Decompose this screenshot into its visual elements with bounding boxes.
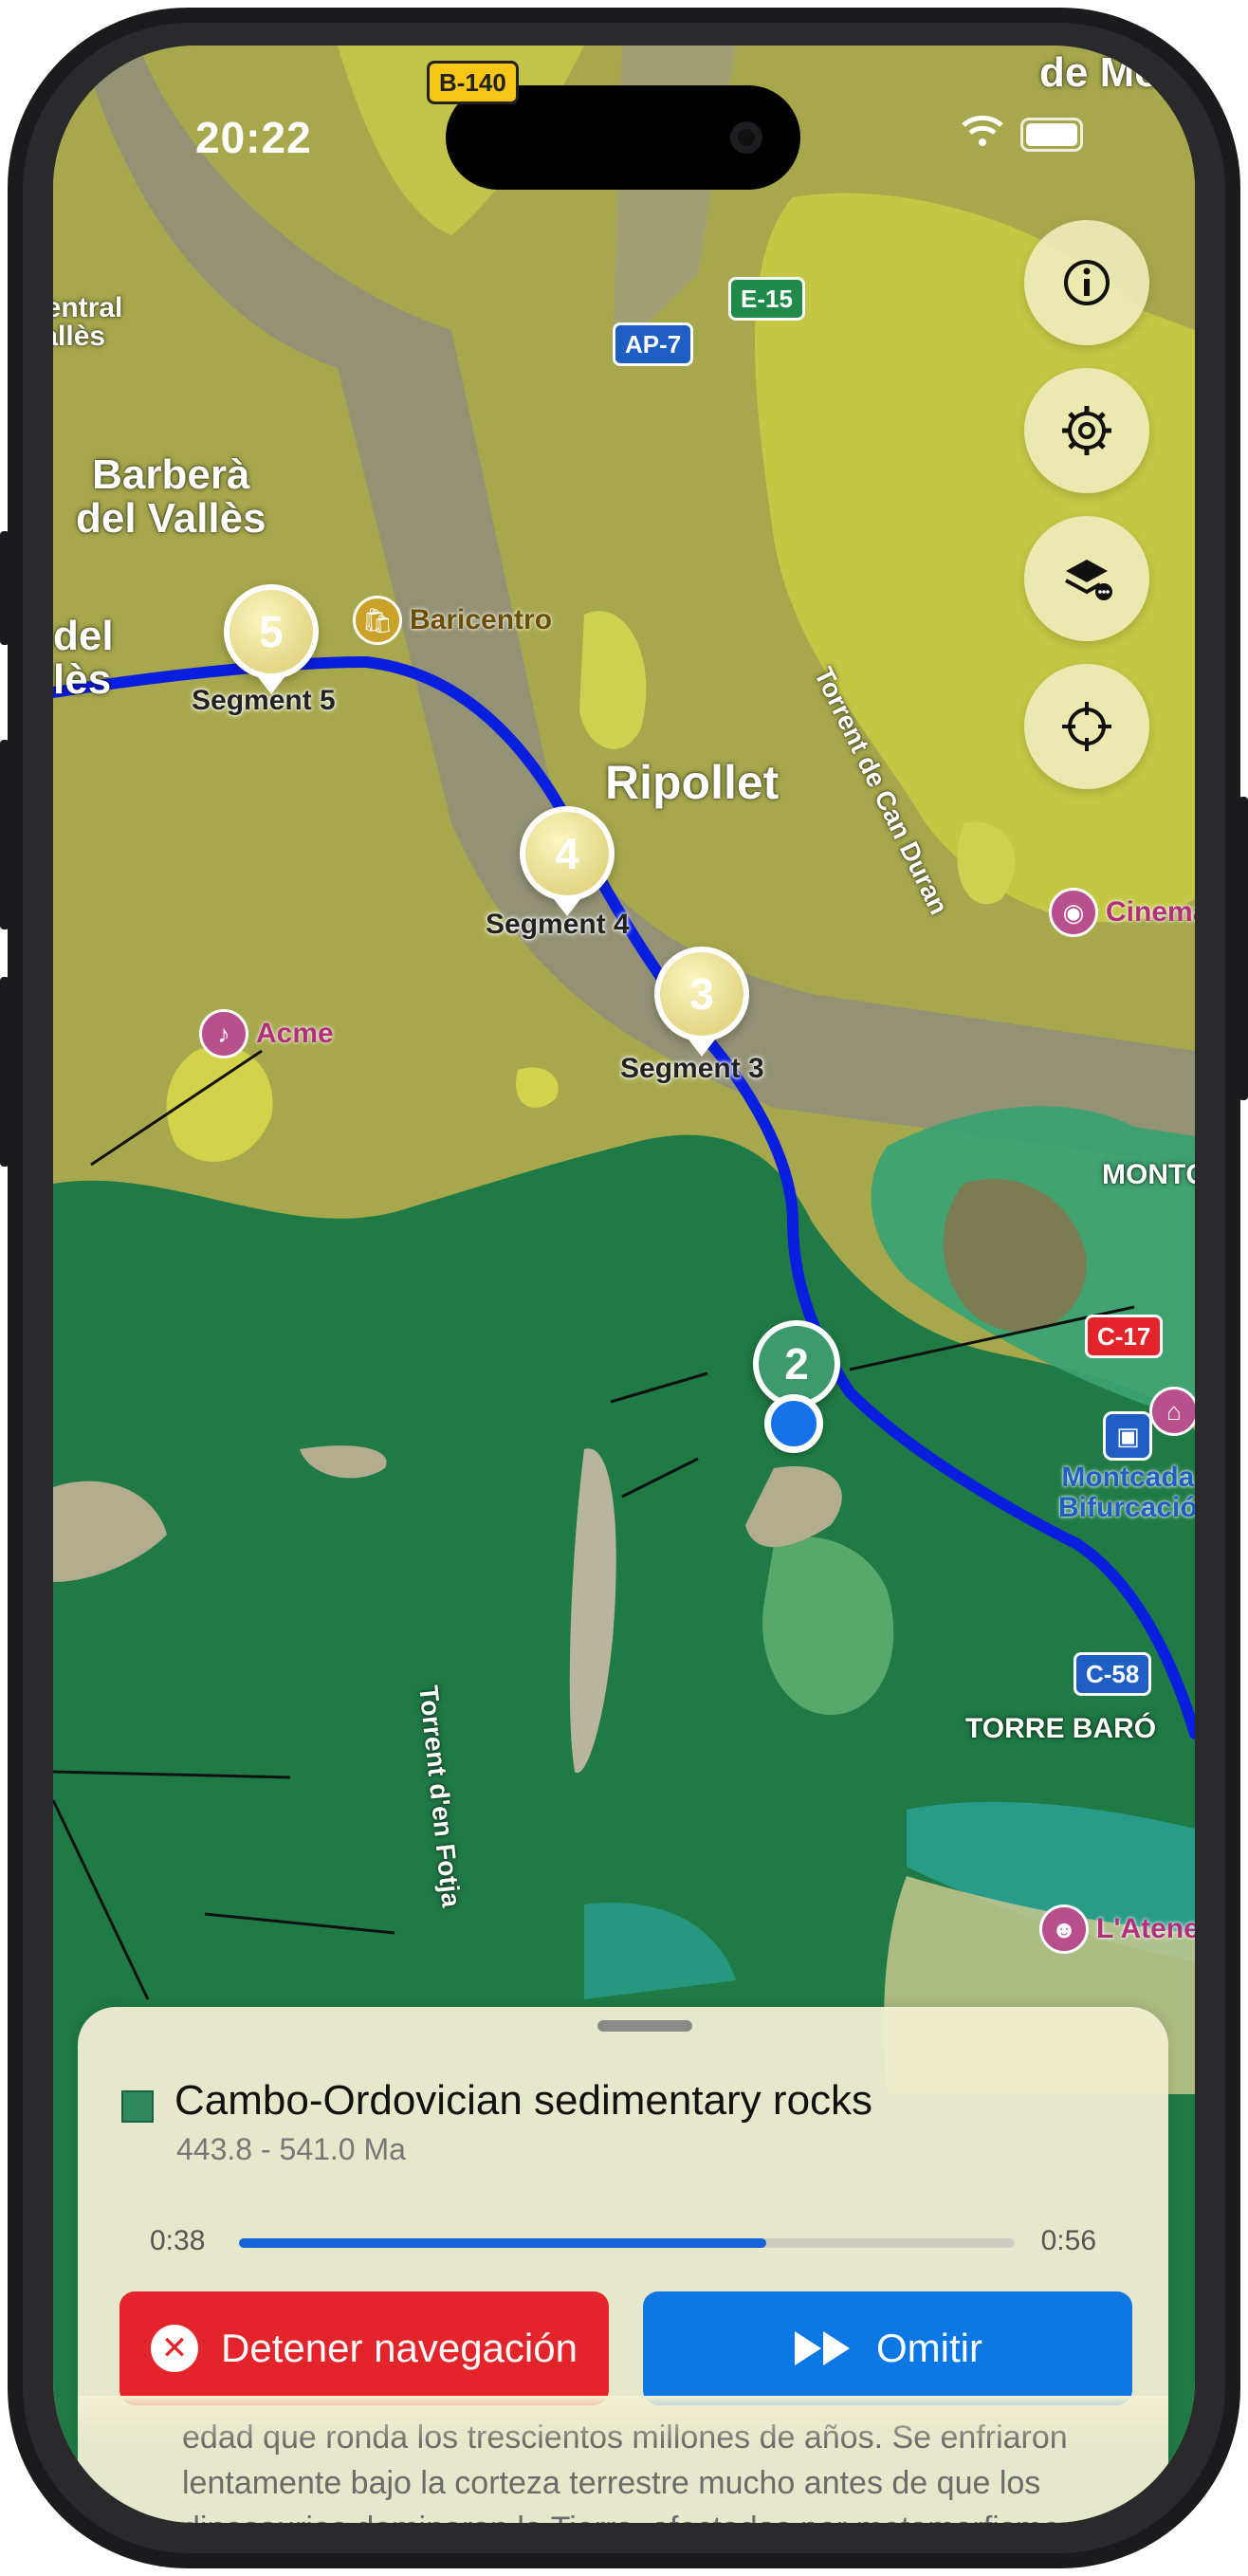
place-label-del-les: del lès [53, 613, 114, 703]
rock-age: 443.8 - 541.0 Ma [176, 2132, 406, 2166]
place-label-de-mo: de Mo [1039, 49, 1161, 96]
segment-label-3: Segment 3 [620, 1053, 764, 1084]
screen: 20:22 Barberà del Vallès Ripollet TORRE … [53, 46, 1195, 2523]
layers-button[interactable] [1024, 516, 1149, 641]
fast-forward-icon [795, 2331, 850, 2365]
layers-icon [1065, 560, 1112, 600]
place-label-central-valles: Central Vallès [53, 292, 123, 352]
poi-museum[interactable]: ⌂ [1149, 1387, 1195, 1436]
poi-baricentro[interactable]: 🛍 Baricentro [353, 596, 552, 645]
volume-up-button [0, 740, 9, 929]
music-note-icon: ♪ [199, 1009, 248, 1058]
poi-cinema[interactable]: ◉ Cinema [1049, 888, 1195, 937]
stop-navigation-button[interactable]: ✕ Detener navegación [119, 2291, 609, 2405]
road-shield-e15: E-15 [728, 277, 805, 321]
segment-label-4: Segment 4 [486, 909, 630, 940]
train-icon: ▣ [1103, 1411, 1153, 1461]
info-icon [1064, 260, 1110, 305]
museum-icon: ⌂ [1149, 1387, 1195, 1436]
segment-pin-5[interactable]: 5 [224, 584, 319, 694]
poi-ateneu[interactable]: ☻ L'Atene [1039, 1904, 1195, 1954]
rock-title: Cambo-Ordovician sedimentary rocks [174, 2077, 873, 2124]
road-shield-b140: B-140 [427, 61, 519, 104]
close-circle-icon: ✕ [151, 2325, 199, 2372]
camera-icon [730, 121, 762, 154]
power-button [1239, 797, 1248, 1100]
place-label-barbera: Barberà del Vallès [76, 451, 266, 542]
place-label-torre-baro: TORRE BARÓ [965, 1713, 1157, 1744]
sheet-grabber[interactable] [597, 2020, 692, 2032]
crosshair-locate-icon [1062, 702, 1111, 751]
segment-label-5: Segment 5 [192, 685, 336, 716]
status-time: 20:22 [195, 113, 312, 162]
road-shield-ap7: AP-7 [613, 322, 694, 366]
road-shield-c58: C-58 [1074, 1652, 1152, 1696]
locate-button[interactable] [1024, 664, 1149, 789]
user-location-dot [764, 1394, 823, 1453]
place-label-montc: MONTC [1102, 1159, 1195, 1190]
place-label-ripollet: Ripollet [605, 756, 780, 809]
rock-info-sheet[interactable]: Cambo-Ordovician sedimentary rocks 443.8… [78, 2007, 1168, 2523]
battery-icon [1020, 118, 1083, 152]
rock-color-swatch [121, 2090, 154, 2123]
total-time: 0:56 [1040, 2225, 1096, 2256]
settings-button[interactable] [1024, 368, 1149, 493]
audio-progress-slider[interactable] [239, 2238, 1015, 2248]
poi-acme[interactable]: ♪ Acme [199, 1009, 334, 1058]
info-button[interactable] [1024, 220, 1149, 345]
skip-label: Omitir [876, 2326, 982, 2370]
film-camera-icon: ◉ [1049, 888, 1098, 937]
audio-progress-fill [239, 2238, 767, 2248]
theater-mask-icon: ☻ [1039, 1904, 1089, 1954]
settings-gear-icon [1062, 406, 1111, 455]
skip-button[interactable]: Omitir [643, 2291, 1132, 2405]
description-fade [78, 2396, 1168, 2443]
volume-down-button [0, 977, 9, 1167]
elapsed-time: 0:38 [150, 2225, 206, 2256]
road-shield-c17: C-17 [1085, 1315, 1164, 1358]
wifi-icon [960, 114, 1005, 157]
stop-navigation-label: Detener navegación [221, 2326, 578, 2370]
segment-pin-3[interactable]: 3 [654, 947, 749, 1057]
mute-switch [0, 531, 9, 645]
shopping-bag-icon: 🛍 [353, 596, 402, 645]
segment-pin-4[interactable]: 4 [520, 806, 615, 916]
